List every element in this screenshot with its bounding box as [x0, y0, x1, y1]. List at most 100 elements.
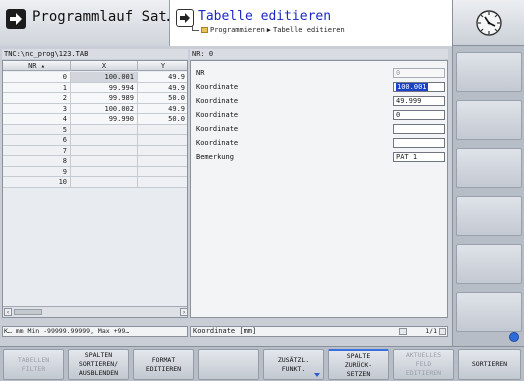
softkey-format-editieren[interactable]: FORMAT EDITIEREN	[133, 349, 194, 380]
cell-x[interactable]: 99.994	[71, 82, 138, 93]
column-header-x[interactable]: X	[71, 61, 138, 71]
softkey-zusaetzl-funkt[interactable]: ZUSÄTZL. FUNKT.	[263, 349, 324, 380]
record-number-header: NR: 0	[190, 49, 448, 59]
page-down-icon[interactable]	[439, 328, 446, 335]
table-row[interactable]: 10	[3, 177, 187, 188]
page-up-icon[interactable]	[399, 328, 407, 335]
cell-nr: 0	[3, 72, 71, 82]
vertical-softkey-5[interactable]	[456, 244, 522, 284]
vertical-softkey-1[interactable]	[456, 52, 522, 92]
table-row[interactable]: 9	[3, 166, 187, 177]
softkey-line: SPALTE	[346, 351, 371, 360]
sort-asc-icon: ▴	[40, 62, 45, 70]
softkey-spalten-sortieren-ausblenden[interactable]: SPALTEN SORTIEREN/ AUSBLENDEN	[68, 349, 129, 380]
cell-y[interactable]	[138, 167, 187, 177]
nr-field: 0	[393, 68, 445, 78]
operating-mode-run[interactable]: Programmlauf Sat…	[0, 0, 175, 46]
cell-y[interactable]: 50.0	[138, 93, 187, 103]
selected-value: 100.001	[396, 83, 428, 91]
field-unit-hint: Koordinate [mm]	[193, 327, 257, 335]
table-row[interactable]: 1 99.994 49.9	[3, 82, 187, 93]
table-row[interactable]: 0 100.001 49.9	[3, 72, 187, 83]
column-header-nr[interactable]: NR ▴	[3, 61, 71, 71]
table-file-path: TNC:\nc_prog\123.TAB	[2, 49, 188, 59]
column-header-nr-label: NR	[28, 62, 37, 70]
table-row[interactable]: 8	[3, 156, 187, 167]
field-label: NR	[196, 69, 205, 77]
vertical-softkey-4[interactable]	[456, 196, 522, 236]
softkey-line: TABELLEN	[17, 355, 50, 364]
cell-x[interactable]	[71, 145, 138, 156]
softkey-line: AKTUELLES	[405, 351, 442, 359]
table-row[interactable]: 6	[3, 135, 187, 146]
softkey-line: ZUSÄTZL.	[277, 355, 310, 364]
table-row[interactable]: 3 100.002 49.9	[3, 103, 187, 114]
cell-y[interactable]	[138, 146, 187, 156]
cell-nr: 5	[3, 124, 71, 135]
info-icon[interactable]	[509, 332, 519, 342]
vertical-softkey-3[interactable]	[456, 148, 522, 188]
cell-x[interactable]	[71, 124, 138, 135]
table-row[interactable]: 2 99.989 50.0	[3, 93, 187, 104]
table-row[interactable]: 4 99.990 50.0	[3, 114, 187, 125]
koordinate-y-field[interactable]: 49.999	[393, 96, 445, 106]
cell-y[interactable]	[138, 125, 187, 135]
scrollbar-thumb[interactable]	[14, 309, 42, 315]
cell-y[interactable]: 49.9	[138, 104, 187, 114]
breadcrumb-bracket	[192, 25, 199, 31]
koordinate-x-field[interactable]: 100.001	[393, 82, 445, 92]
cell-y[interactable]	[138, 156, 187, 166]
cell-x[interactable]: 99.989	[71, 93, 138, 103]
vertical-softkey-2[interactable]	[456, 100, 522, 140]
softkey-empty[interactable]	[198, 349, 259, 380]
form-row-nr: NR 0	[191, 68, 449, 80]
softkey-line: SETZEN	[346, 369, 371, 378]
bemerkung-field[interactable]: PAT 1	[393, 152, 445, 162]
cell-nr: 2	[3, 93, 71, 103]
table-row[interactable]: 5	[3, 124, 187, 135]
form-row-koordinate-5: Koordinate	[191, 138, 449, 150]
cell-y[interactable]	[138, 135, 187, 145]
koordinate-5-field[interactable]	[393, 138, 445, 148]
cell-y[interactable]: 49.9	[138, 83, 187, 93]
operating-mode-edit[interactable]: Tabelle editieren Programmieren ▶ Tabell…	[170, 0, 452, 46]
cell-x[interactable]: 99.990	[71, 114, 138, 124]
record-edit-form: NR 0 Koordinate 100.001 Koordinate 49.99…	[190, 60, 448, 318]
softkey-tabellen-filter[interactable]: TABELLEN FILTER	[3, 349, 64, 380]
softkey-line: EDITIEREN	[405, 369, 442, 377]
softkey-sortieren[interactable]: SORTIEREN	[458, 349, 521, 380]
softkey-aktuelles-feld-editieren[interactable]: AKTUELLES FELD EDITIEREN	[393, 349, 454, 380]
clock-display	[453, 0, 524, 46]
cell-nr: 7	[3, 145, 71, 156]
koordinate-z-field[interactable]: 0	[393, 110, 445, 120]
koordinate-4-field[interactable]	[393, 124, 445, 134]
scroll-right-icon[interactable]: ›	[180, 308, 187, 316]
cell-x[interactable]: 100.002	[71, 103, 138, 114]
horizontal-scrollbar[interactable]: ‹ ›	[3, 306, 187, 317]
breadcrumb-item-programmieren[interactable]: Programmieren	[210, 26, 265, 34]
cell-x[interactable]	[71, 156, 138, 166]
run-mode-title: Programmlauf Sat…	[32, 9, 176, 25]
softkey-line: EDITIEREN	[145, 364, 182, 373]
cell-y[interactable]: 49.9	[138, 72, 187, 82]
softkey-line: SORTIEREN	[471, 360, 508, 368]
softkey-spalte-zuruecksetzen[interactable]: SPALTE ZURÜCK- SETZEN	[328, 349, 389, 380]
cell-nr: 6	[3, 135, 71, 145]
cell-x[interactable]: 100.001	[71, 72, 138, 82]
cell-x[interactable]	[71, 177, 138, 187]
vertical-softkey-6[interactable]	[456, 292, 522, 332]
cell-y[interactable]	[138, 177, 187, 187]
form-row-koordinate-x: Koordinate 100.001	[191, 82, 449, 94]
breadcrumb-item-tabelle-editieren[interactable]: Tabelle editieren	[273, 26, 345, 34]
column-header-y[interactable]: Y	[138, 61, 187, 71]
field-label: Koordinate	[196, 111, 239, 119]
table-body: 0 100.001 49.9 1 99.994 49.9 2 99.989 50.0 3 10…	[3, 72, 187, 188]
cell-y[interactable]: 50.0	[138, 114, 187, 124]
softkey-line: FELD	[415, 360, 432, 368]
cell-x[interactable]	[71, 135, 138, 145]
softkey-line: SPALTEN	[84, 351, 113, 359]
dropdown-triangle-icon	[314, 373, 320, 377]
cell-x[interactable]	[71, 166, 138, 177]
table-row[interactable]: 7	[3, 145, 187, 156]
scroll-left-icon[interactable]: ‹	[4, 308, 12, 316]
